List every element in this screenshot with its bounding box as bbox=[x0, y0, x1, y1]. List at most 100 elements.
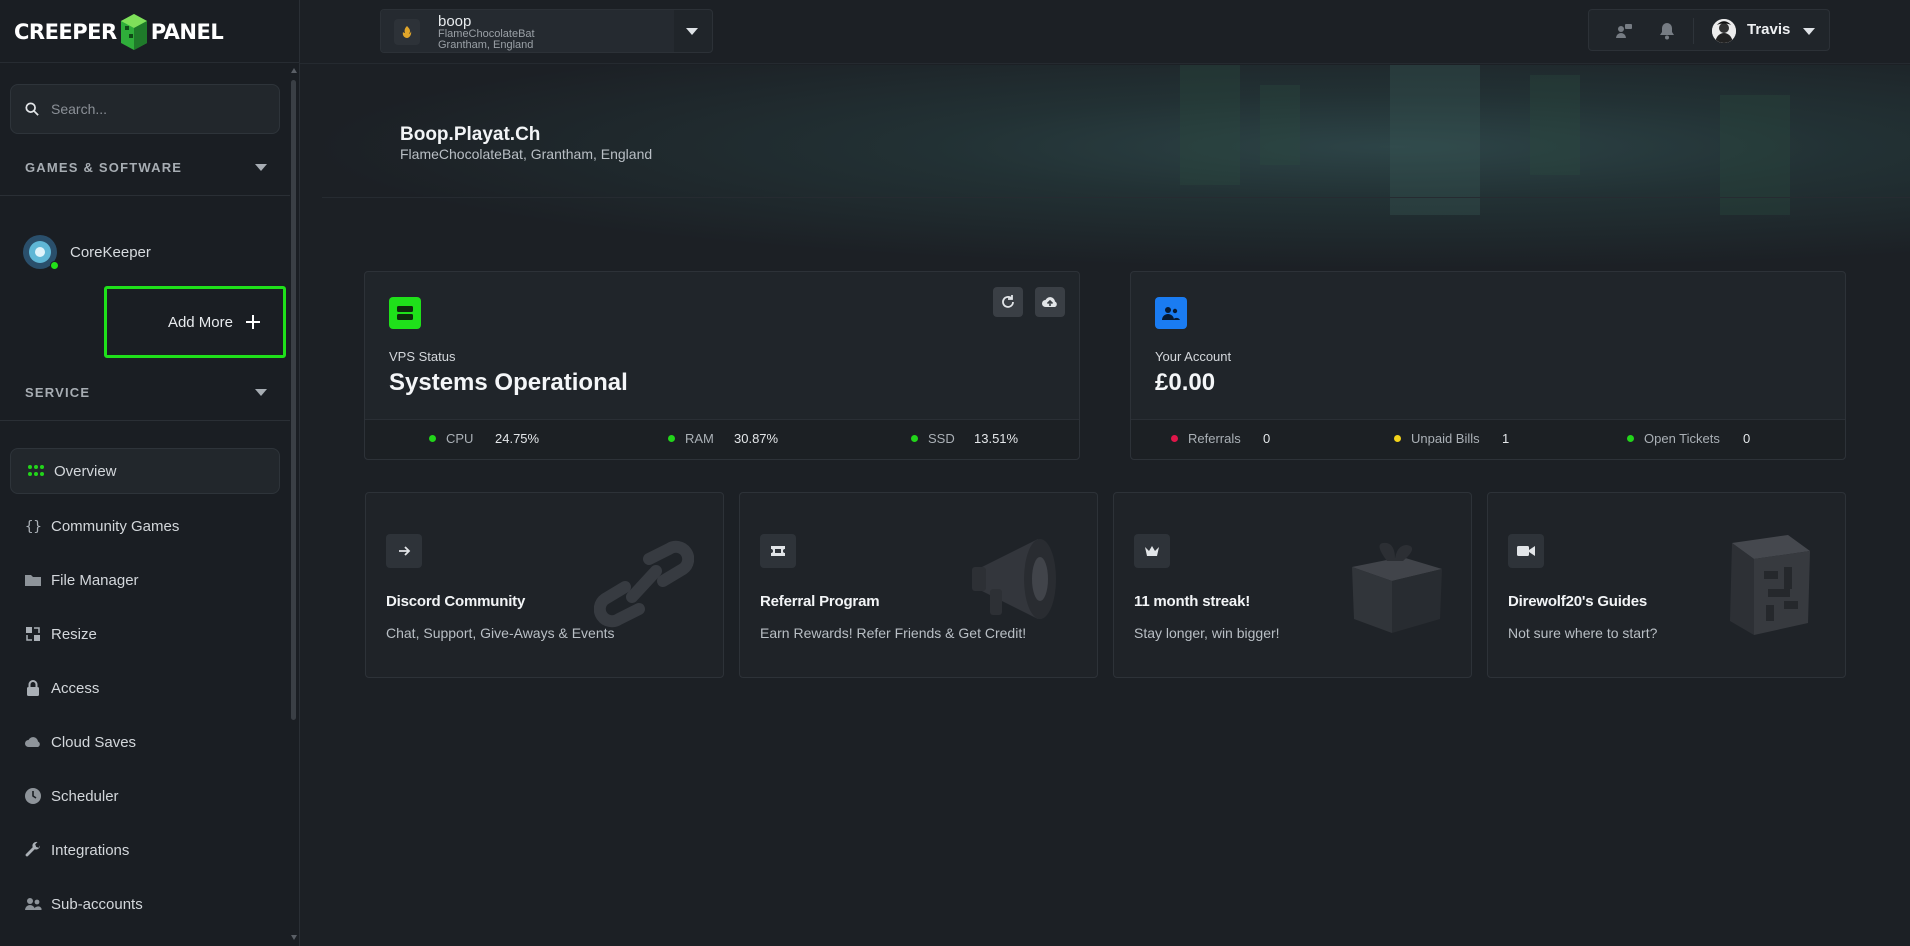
promo-card-guides[interactable]: Direwolf20's Guides Not sure where to st… bbox=[1487, 492, 1846, 678]
status-dot bbox=[911, 435, 918, 442]
promo-card-discord[interactable]: Discord Community Chat, Support, Give-Aw… bbox=[365, 492, 724, 678]
promo-title: 11 month streak! bbox=[1134, 593, 1251, 610]
status-dot bbox=[668, 435, 675, 442]
nav-label: File Manager bbox=[51, 571, 139, 589]
nav-item-access[interactable]: Access bbox=[10, 665, 280, 711]
gift-box-icon bbox=[1352, 542, 1442, 633]
ticket-icon bbox=[760, 534, 796, 568]
metric-value: 24.75% bbox=[495, 431, 540, 446]
status-dot bbox=[1171, 435, 1178, 442]
hero-banner bbox=[300, 65, 1910, 270]
metric-key: RAM bbox=[685, 431, 714, 446]
nav-item-sub-accounts[interactable]: Sub-accounts bbox=[10, 881, 280, 927]
promo-subtitle: Earn Rewards! Refer Friends & Get Credit… bbox=[760, 625, 1027, 641]
promo-subtitle: Not sure where to start? bbox=[1508, 625, 1658, 641]
chevron-down-icon[interactable] bbox=[1803, 28, 1815, 35]
sidebar-divider bbox=[0, 62, 300, 63]
wrench-icon bbox=[24, 841, 42, 859]
chevron-down-icon[interactable] bbox=[686, 28, 698, 35]
add-more-button[interactable]: Add More bbox=[104, 286, 286, 358]
support-chat-icon[interactable] bbox=[1615, 22, 1633, 40]
scrollbar-thumb[interactable] bbox=[291, 80, 296, 720]
chevron-down-icon bbox=[255, 163, 267, 171]
server-selector[interactable]: boop FlameChocolateBat Grantham, England bbox=[380, 9, 713, 53]
server-location: Grantham, England bbox=[438, 39, 534, 51]
nav-label: Resize bbox=[51, 625, 97, 643]
game-item-corekeeper[interactable]: CoreKeeper bbox=[22, 234, 151, 270]
vps-status-label: VPS Status bbox=[389, 349, 456, 364]
nav-item-resize[interactable]: Resize bbox=[10, 611, 280, 657]
metric-value: 30.87% bbox=[734, 431, 779, 446]
metric-open-tickets[interactable]: Open Tickets 0 bbox=[1627, 431, 1750, 446]
metric-referrals[interactable]: Referrals 0 bbox=[1171, 431, 1270, 446]
nav-label: Access bbox=[51, 679, 100, 697]
nav-item-integrations[interactable]: Integrations bbox=[10, 827, 280, 873]
service-section-label: SERVICE bbox=[25, 384, 91, 400]
nav-item-scheduler[interactable]: Scheduler bbox=[10, 773, 280, 819]
creeper-panel-logo[interactable]: CREEPER PANEL bbox=[14, 10, 224, 54]
banner-foliage bbox=[1390, 65, 1480, 215]
nav-label: Community Games bbox=[51, 517, 180, 535]
metric-key: SSD bbox=[928, 431, 955, 446]
metric-value: 0 bbox=[1263, 431, 1271, 446]
user-name[interactable]: Travis bbox=[1747, 21, 1790, 38]
search-input[interactable] bbox=[51, 101, 271, 117]
logo-cube-icon bbox=[120, 14, 147, 50]
plus-icon bbox=[246, 315, 260, 329]
account-metrics: Referrals 0 Unpaid Bills 1 Open Tickets … bbox=[1131, 419, 1845, 459]
cloud-backup-button[interactable] bbox=[1035, 287, 1065, 317]
bell-icon[interactable] bbox=[1658, 22, 1676, 40]
metric-ram: RAM 30.87% bbox=[668, 431, 778, 446]
nav-item-cloud-saves[interactable]: Cloud Saves bbox=[10, 719, 280, 765]
hero-divider bbox=[322, 197, 1910, 198]
promo-title: Discord Community bbox=[386, 593, 526, 610]
refresh-button[interactable] bbox=[993, 287, 1023, 317]
vps-status-card: VPS Status Systems Operational CPU 24.75… bbox=[364, 271, 1080, 460]
resize-icon bbox=[24, 625, 42, 643]
games-section-toggle[interactable]: GAMES & SOFTWARE bbox=[25, 157, 275, 177]
nav-item-overview[interactable]: Overview bbox=[10, 448, 280, 494]
metric-cpu: CPU 24.75% bbox=[429, 431, 539, 446]
top-bar: boop FlameChocolateBat Grantham, England… bbox=[300, 0, 1910, 64]
status-dot bbox=[429, 435, 436, 442]
banner-foliage bbox=[1530, 75, 1580, 175]
folder-icon bbox=[24, 571, 42, 589]
logo-text-left: CREEPER bbox=[14, 20, 117, 44]
promo-card-referral[interactable]: Referral Program Earn Rewards! Refer Fri… bbox=[739, 492, 1098, 678]
metric-key: Unpaid Bills bbox=[1411, 431, 1480, 446]
search-icon bbox=[25, 102, 39, 116]
banner-foliage bbox=[1260, 85, 1300, 165]
server-icon bbox=[389, 297, 421, 329]
account-label: Your Account bbox=[1155, 349, 1232, 364]
chevron-down-icon bbox=[255, 388, 267, 396]
promo-title: Direwolf20's Guides bbox=[1508, 593, 1647, 610]
game-name: CoreKeeper bbox=[70, 243, 151, 261]
users-icon bbox=[24, 895, 42, 913]
clock-icon bbox=[24, 787, 42, 805]
promo-card-streak[interactable]: 11 month streak! Stay longer, win bigger… bbox=[1113, 492, 1472, 678]
account-card: Your Account £0.00 Referrals 0 Unpaid Bi… bbox=[1130, 271, 1846, 460]
scroll-up-arrow-icon[interactable] bbox=[291, 68, 297, 73]
search-box[interactable] bbox=[10, 84, 280, 134]
nav-item-community-games[interactable]: {} Community Games bbox=[10, 503, 280, 549]
section-divider bbox=[0, 420, 290, 421]
user-avatar[interactable] bbox=[1712, 19, 1736, 43]
metric-key: Open Tickets bbox=[1644, 431, 1720, 446]
maze-cube-icon bbox=[1730, 535, 1810, 635]
cloud-icon bbox=[24, 733, 42, 751]
metric-unpaid-bills[interactable]: Unpaid Bills 1 bbox=[1394, 431, 1509, 446]
nav-item-file-manager[interactable]: File Manager bbox=[10, 557, 280, 603]
sidebar-scrollbar[interactable] bbox=[291, 66, 297, 942]
corekeeper-avatar bbox=[22, 234, 59, 270]
service-section-toggle[interactable]: SERVICE bbox=[25, 382, 275, 402]
sidebar: CREEPER PANEL GAMES & SOFTWARE CoreKeepe… bbox=[0, 0, 300, 946]
logo-text-right: PANEL bbox=[150, 20, 224, 44]
arrow-right-icon bbox=[386, 534, 422, 568]
scroll-down-arrow-icon[interactable] bbox=[291, 935, 297, 940]
crown-icon bbox=[1134, 534, 1170, 568]
nav-label: Scheduler bbox=[51, 787, 119, 805]
page-subtitle: FlameChocolateBat, Grantham, England bbox=[400, 146, 653, 162]
server-details: FlameChocolateBat Grantham, England bbox=[438, 29, 535, 51]
metric-value: 0 bbox=[1743, 431, 1751, 446]
games-section-label: GAMES & SOFTWARE bbox=[25, 159, 183, 175]
